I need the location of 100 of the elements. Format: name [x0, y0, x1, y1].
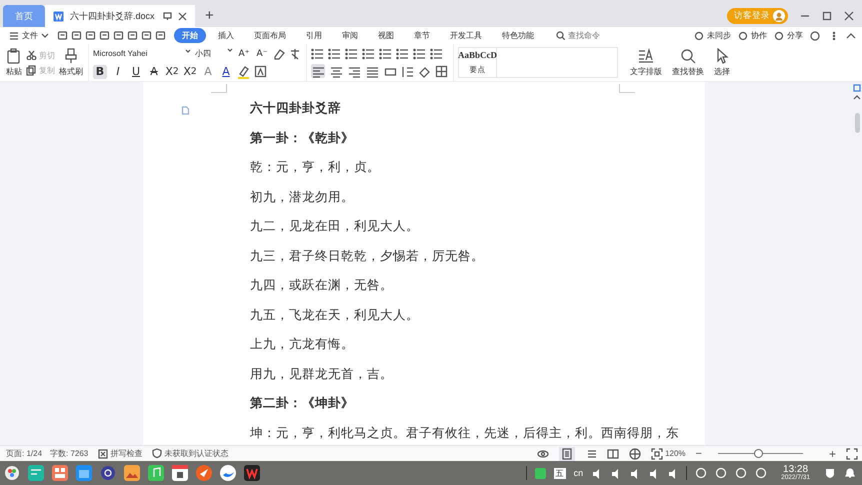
ribbon-tab[interactable]: 页面布局: [246, 28, 294, 43]
text-layout-icon: [638, 48, 654, 64]
time: 13:28: [783, 464, 808, 475]
new-tab-button[interactable]: +: [205, 7, 214, 24]
ribbon-tab[interactable]: 视图: [370, 28, 402, 43]
fullscreen-icon[interactable]: [846, 448, 858, 460]
line-spacing-icon[interactable]: [401, 64, 414, 78]
certification-status[interactable]: 未获取到认证状态: [152, 448, 228, 459]
reading-view-icon[interactable]: [607, 448, 620, 460]
calendar-icon[interactable]: [172, 465, 188, 481]
paragraph: 初九，潜龙勿用。: [250, 188, 355, 206]
page-view-icon[interactable]: [561, 448, 574, 460]
paragraph: 九五，飞龙在天，利见大人。: [250, 306, 420, 324]
file-menu[interactable]: 文件: [9, 30, 49, 41]
scrollbar-thumb[interactable]: [854, 113, 860, 133]
character-border-icon[interactable]: [254, 65, 267, 78]
close-icon[interactable]: [178, 12, 187, 20]
bullet-list-icon[interactable]: [311, 47, 324, 60]
document-icon: [53, 10, 64, 22]
right-align-icon: [348, 64, 360, 78]
ribbon-tab[interactable]: 特色功能: [494, 28, 542, 43]
font-size-step-button[interactable]: A⁻: [255, 46, 269, 60]
terminal-icon[interactable]: [28, 465, 44, 481]
justify-align-icon: [366, 64, 378, 78]
font-style-button[interactable]: A: [201, 64, 215, 78]
close-icon[interactable]: [844, 10, 854, 20]
eye-icon[interactable]: [537, 448, 550, 460]
paragraph: 乾：元，亨，利，贞。: [250, 159, 381, 176]
ribbon-tab[interactable]: 开发工具: [442, 28, 490, 43]
grid-app-icon[interactable]: [52, 465, 68, 481]
font-style-button[interactable]: B: [93, 64, 107, 78]
spell-check-button[interactable]: 拼写检查: [98, 448, 142, 459]
caret-icon: [227, 48, 233, 52]
zoom-level-dropdown[interactable]: 120%: [651, 448, 686, 460]
paragraph: 九三，君子终日乾乾，夕惕若，厉无咎。: [250, 248, 485, 264]
document-tab[interactable]: 六十四卦卦爻辞.docx: [45, 5, 195, 27]
section-heading: 第一卦：《乾卦》: [250, 130, 355, 146]
select-button[interactable]: 选择: [714, 44, 730, 81]
sync-status[interactable]: 未同步: [694, 30, 731, 41]
spell-check-icon: [98, 448, 108, 458]
monitor-icon[interactable]: [163, 12, 172, 20]
ribbon-tab[interactable]: 开始: [174, 28, 206, 43]
shading-icon[interactable]: [418, 64, 431, 78]
collapse-icon[interactable]: [846, 32, 856, 40]
font-size-dropdown[interactable]: 小四: [195, 48, 233, 59]
paragraph-handle-icon[interactable]: [181, 106, 190, 115]
font-style-button[interactable]: I: [111, 64, 125, 78]
launcher-icon[interactable]: [4, 465, 20, 481]
style-sample: AaBbCcD: [458, 50, 498, 60]
align-left-button[interactable]: [311, 64, 325, 78]
security-icon[interactable]: [824, 467, 836, 479]
paragraph: 上九，亢龙有悔。: [250, 336, 355, 353]
settings-icon[interactable]: [810, 30, 820, 40]
zoom-in-button[interactable]: +: [828, 446, 836, 460]
caret-icon: [185, 49, 191, 53]
web-view-icon[interactable]: [629, 448, 642, 460]
paragraph: 用九，见群龙无首，吉。: [250, 366, 394, 382]
phonetic-icon[interactable]: [289, 48, 301, 60]
browser-icon[interactable]: [220, 465, 236, 481]
word-count: 字数: 7263: [50, 448, 88, 459]
clipboard-icon: [6, 48, 22, 64]
copy-icon: [26, 64, 37, 76]
ribbon-tab[interactable]: 章节: [406, 28, 438, 43]
paste-button[interactable]: 粘贴: [6, 48, 22, 77]
highlighter-icon[interactable]: [237, 64, 250, 78]
scissors-icon: [26, 50, 37, 60]
input-method-indicator[interactable]: 五: [554, 468, 566, 478]
paragraph: 九二，见龙在田，利见大人。: [250, 218, 420, 235]
font-size-step-button[interactable]: A⁺: [237, 46, 251, 60]
paragraph: 九四，或跃在渊，无咎。: [250, 277, 394, 294]
notification-icon[interactable]: [844, 467, 856, 479]
settings-icon[interactable]: [100, 465, 116, 481]
find-replace-button[interactable]: 查找替换: [672, 44, 704, 81]
menu-icon: [9, 30, 19, 40]
section-heading: 第二卦：《坤卦》: [250, 395, 355, 412]
ribbon-tab[interactable]: 审阅: [334, 28, 366, 43]
caret-icon[interactable]: [853, 95, 861, 100]
font-style-button[interactable]: U: [129, 64, 143, 78]
share-button[interactable]: 分享: [774, 30, 803, 41]
eraser-icon[interactable]: [273, 48, 285, 60]
font-name-dropdown[interactable]: Microsoft Yahei: [93, 49, 191, 58]
folder-icon[interactable]: [76, 465, 92, 481]
ribbon-tab[interactable]: 引用: [298, 28, 330, 43]
outline-view-icon[interactable]: [585, 448, 598, 460]
navigation-icon[interactable]: [853, 84, 861, 92]
music-icon[interactable]: [148, 465, 164, 481]
left-align-icon: [312, 64, 324, 78]
office-app-icon[interactable]: [244, 465, 260, 481]
zoom-out-button[interactable]: −: [696, 448, 702, 460]
font-style-button[interactable]: A: [147, 64, 161, 78]
format-painter-button[interactable]: 格式刷: [59, 48, 83, 77]
font-style-button[interactable]: A: [219, 64, 233, 78]
paper-plane-icon[interactable]: [196, 465, 212, 481]
borders-icon[interactable]: [435, 64, 448, 78]
document-tab-title: 六十四卦卦爻辞.docx: [70, 10, 156, 22]
maximize-icon[interactable]: [822, 10, 832, 20]
ribbon-tab[interactable]: 插入: [210, 28, 242, 43]
text-layout-button[interactable]: 文字排版: [630, 44, 662, 81]
collaborate-button[interactable]: 协作: [738, 30, 767, 41]
keyboard-layout-indicator[interactable]: cn: [574, 468, 584, 478]
